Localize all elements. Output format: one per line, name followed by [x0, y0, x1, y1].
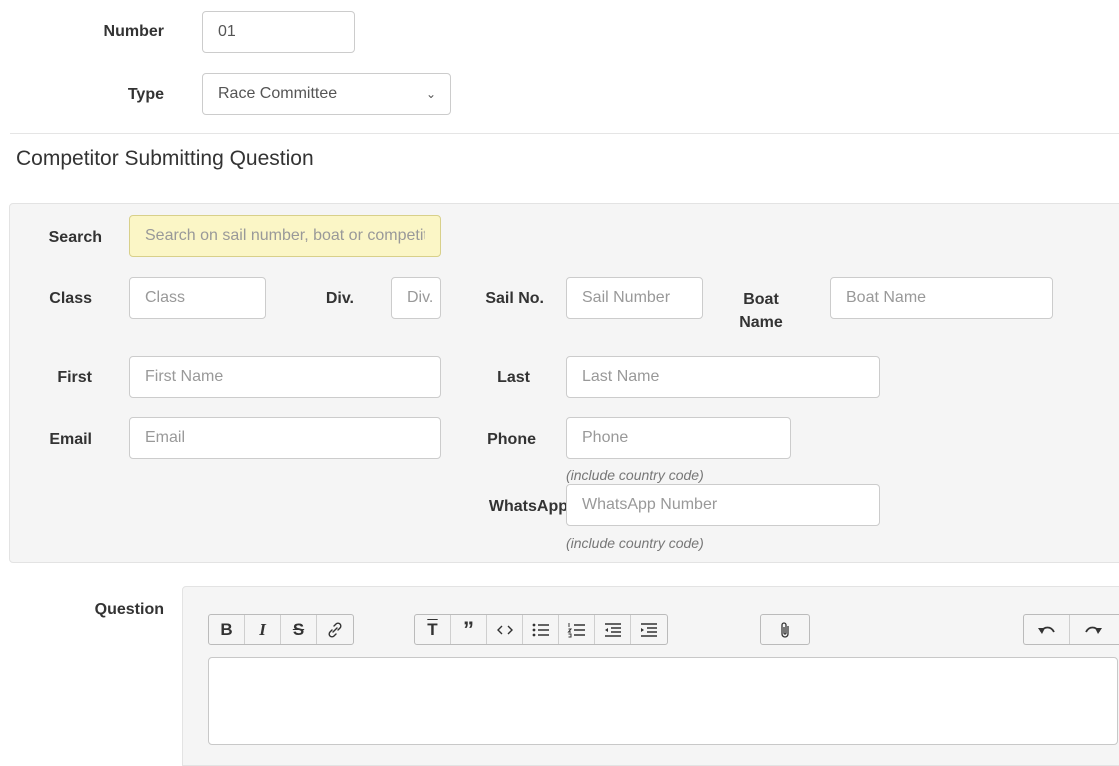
bullet-list-button[interactable]	[523, 615, 559, 644]
type-select[interactable]: Race Committee ⌄	[202, 73, 451, 115]
redo-button[interactable]	[1070, 615, 1116, 644]
link-icon	[328, 621, 342, 638]
boat-name-input[interactable]	[830, 277, 1053, 319]
undo-button[interactable]	[1024, 615, 1070, 644]
outdent-icon	[604, 622, 621, 637]
block-format-group: T ”	[414, 614, 668, 645]
sail-number-label: Sail No.	[485, 290, 544, 307]
question-textarea[interactable]	[208, 657, 1118, 745]
phone-input[interactable]	[566, 417, 791, 459]
bullet-list-icon	[532, 623, 549, 636]
undo-icon	[1037, 626, 1055, 634]
redo-icon	[1085, 626, 1102, 634]
search-label: Search	[48, 229, 102, 246]
numbered-list-button[interactable]	[559, 615, 595, 644]
italic-icon: I	[259, 619, 266, 639]
email-label: Email	[49, 431, 92, 448]
chevron-down-icon: ⌄	[425, 87, 436, 101]
last-name-input[interactable]	[566, 356, 880, 398]
type-select-value: Race Committee	[218, 85, 338, 102]
section-title: Competitor Submitting Question	[16, 147, 314, 170]
div-label: Div.	[325, 290, 354, 307]
indent-icon	[641, 622, 657, 637]
strikethrough-button[interactable]: S	[281, 615, 317, 644]
indent-button[interactable]	[631, 615, 667, 644]
divider	[10, 133, 1119, 134]
phone-hint: (include country code)	[566, 467, 704, 483]
email-input[interactable]	[129, 417, 441, 459]
class-input[interactable]	[129, 277, 266, 319]
whatsapp-hint: (include country code)	[566, 535, 704, 551]
text-format-group: B I S	[208, 614, 354, 645]
attach-file-button[interactable]	[761, 615, 809, 644]
first-name-label: First	[57, 369, 92, 386]
whatsapp-input[interactable]	[566, 484, 880, 526]
sail-number-input[interactable]	[566, 277, 703, 319]
type-label: Type	[127, 86, 164, 103]
code-button[interactable]	[487, 615, 523, 644]
last-name-label: Last	[497, 369, 530, 386]
whatsapp-label: WhatsApp	[488, 498, 568, 515]
heading-icon: T	[427, 619, 438, 639]
code-icon	[496, 625, 513, 634]
quote-icon: ”	[463, 616, 474, 642]
number-label: Number	[103, 23, 164, 40]
heading-button[interactable]: T	[415, 615, 451, 644]
number-input[interactable]	[202, 11, 355, 53]
boat-name-label: Boat Name	[730, 290, 792, 333]
div-input[interactable]	[391, 277, 441, 319]
bold-icon: B	[220, 619, 233, 639]
outdent-button[interactable]	[595, 615, 631, 644]
link-button[interactable]	[317, 615, 353, 644]
class-label: Class	[49, 290, 92, 307]
strikethrough-icon: S	[292, 619, 305, 639]
history-group	[1023, 614, 1119, 645]
question-label: Question	[94, 601, 164, 618]
italic-button[interactable]: I	[245, 615, 281, 644]
quote-button[interactable]: ”	[451, 615, 487, 644]
numbered-list-icon	[566, 622, 585, 637]
bold-button[interactable]: B	[209, 615, 245, 644]
paperclip-icon	[781, 621, 789, 638]
search-input[interactable]	[129, 215, 441, 257]
attachment-group	[760, 614, 810, 645]
boat-name-label-line1: Boat	[743, 291, 779, 308]
boat-name-label-line2: Name	[739, 314, 783, 331]
phone-label: Phone	[487, 431, 536, 448]
first-name-input[interactable]	[129, 356, 441, 398]
